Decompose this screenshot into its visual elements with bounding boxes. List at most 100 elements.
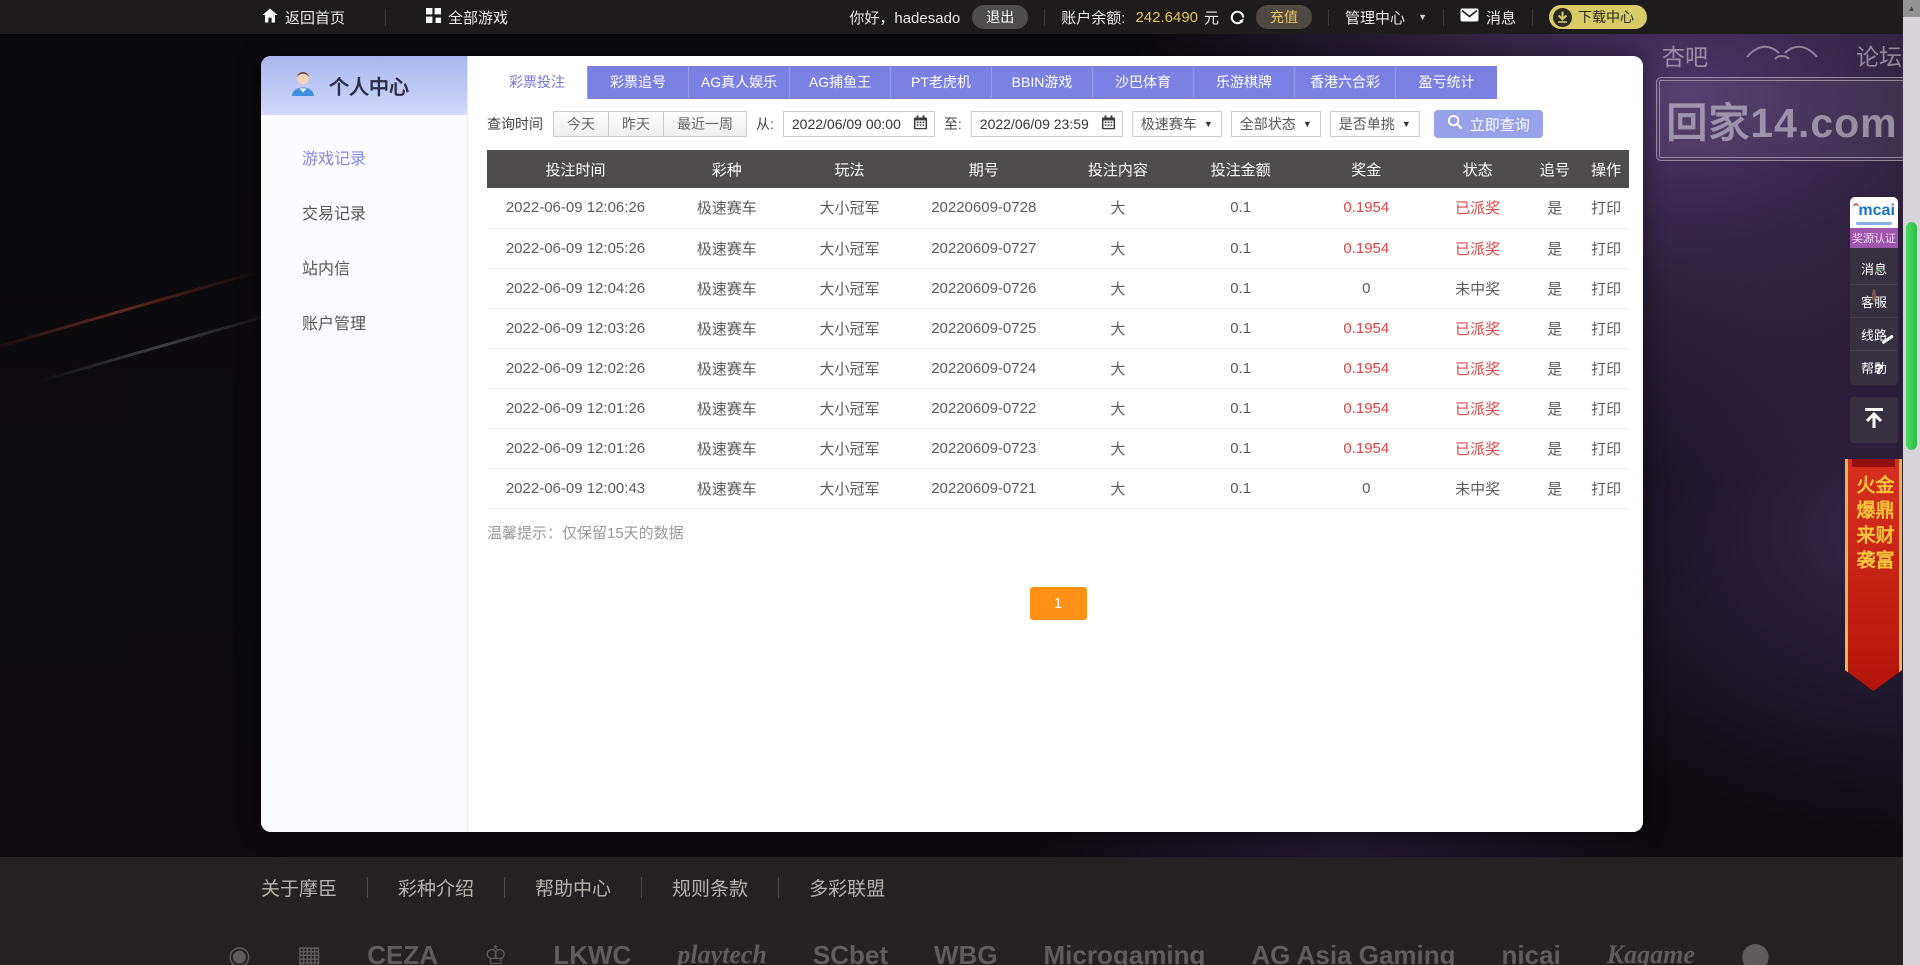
recharge-button[interactable]: 充值 [1256,5,1312,29]
cell-prize: 0.1954 [1303,388,1429,428]
footer: 关于摩臣彩种介绍帮助中心规则条款多彩联盟 ◉▦CEZA♔LKWCplaytech… [0,857,1920,965]
cell-bet-content: 大 [1058,228,1178,268]
cell-prize: 0.1954 [1303,228,1429,268]
admin-center-menu[interactable]: 管理中心 ▼ [1345,7,1427,28]
cell-bet-amount: 0.1 [1178,348,1304,388]
background-streak [35,309,286,384]
tab-香港六合彩[interactable]: 香港六合彩 [1295,66,1396,99]
cell-bet-content: 大 [1058,188,1178,228]
float-item-客服[interactable]: 客服 [1850,285,1898,318]
cell-bet-amount: 0.1 [1178,428,1304,468]
records-table-body: 2022-06-09 12:06:26极速赛车大小冠军20220609-0728… [487,188,1629,508]
tab-乐游棋牌[interactable]: 乐游棋牌 [1194,66,1295,99]
column-header-投注时间: 投注时间 [487,150,664,188]
sidebar-header: 个人中心 [261,56,467,115]
cell-play-type: 大小冠军 [790,188,910,228]
search-button-label: 立即查询 [1470,114,1530,135]
float-item-帮助[interactable]: 帮助 [1850,351,1898,383]
cell-lottery-type: 极速赛车 [664,388,790,428]
watermark-right-text: 论坛 [1856,38,1902,72]
scroll-up-button[interactable]: ▲ [1903,0,1920,17]
cell-status: 未中奖 [1429,268,1526,308]
back-home-button[interactable]: 返回首页 [262,7,345,28]
tab-AG真人娱乐[interactable]: AG真人娱乐 [689,66,790,99]
divider [1532,9,1533,26]
logo-underline [1856,222,1891,225]
back-to-top-button[interactable] [1850,397,1898,443]
footer-link-规则条款[interactable]: 规则条款 [672,874,748,901]
tab-沙巴体育[interactable]: 沙巴体育 [1093,66,1194,99]
cell-chase: 是 [1526,228,1583,268]
quick-range-昨天[interactable]: 昨天 [608,111,664,137]
records-table: 投注时间彩种玩法期号投注内容投注金额奖金状态追号操作 2022-06-09 12… [487,150,1629,509]
page-scrollbar[interactable]: ▲ [1903,0,1920,965]
table-row: 2022-06-09 12:03:26极速赛车大小冠军20220609-0725… [487,308,1629,348]
logout-button[interactable]: 退出 [972,5,1028,29]
column-header-彩种: 彩种 [664,150,790,188]
calendar-icon[interactable] [913,115,928,133]
calendar-icon[interactable] [1101,115,1116,133]
tab-AG捕鱼王[interactable]: AG捕鱼王 [790,66,891,99]
mcai-logo[interactable]: ˆmcai [1850,197,1898,228]
page-1-button[interactable]: 1 [1030,587,1087,620]
cell-action[interactable]: 打印 [1583,228,1629,268]
sidebar-item-站内信[interactable]: 站内信 [261,239,467,294]
promo-banner[interactable]: 金鼎财富 火爆来袭 [1845,459,1902,691]
cell-action[interactable]: 打印 [1583,348,1629,388]
to-date-input[interactable]: 2022/06/09 23:59 [971,111,1123,137]
partner-logo: Kagame [1607,934,1695,965]
footer-link-帮助中心[interactable]: 帮助中心 [535,874,611,901]
divider [778,877,779,898]
cell-action[interactable]: 打印 [1583,388,1629,428]
sidebar-item-游戏记录[interactable]: 游戏记录 [261,129,467,184]
quick-range-今天[interactable]: 今天 [553,111,609,137]
refresh-balance-icon[interactable] [1229,9,1246,26]
download-center-button[interactable]: 下载中心 [1549,5,1647,29]
cell-play-type: 大小冠军 [790,348,910,388]
cell-issue-number: 20220609-0727 [910,228,1058,268]
search-button[interactable]: 立即查询 [1434,110,1543,138]
float-panel: 消息客服线路帮助 [1850,248,1898,385]
messages-button[interactable]: 消息 [1460,7,1516,28]
watermark: 杏吧 论坛 回家14.com [1656,38,1908,161]
cell-action[interactable]: 打印 [1583,188,1629,228]
float-item-线路[interactable]: 线路 [1850,318,1898,351]
cell-action[interactable]: 打印 [1583,468,1629,508]
tab-BBIN游戏[interactable]: BBIN游戏 [992,66,1093,99]
select-极速赛车[interactable]: 极速赛车▼ [1132,111,1222,137]
content-panel: 彩票投注彩票追号AG真人娱乐AG捕鱼王PT老虎机BBIN游戏沙巴体育乐游棋牌香港… [468,56,1643,832]
footer-link-彩种介绍[interactable]: 彩种介绍 [398,874,474,901]
all-games-button[interactable]: 全部游戏 [426,7,508,28]
select-是否单挑[interactable]: 是否单挑▼ [1330,111,1420,137]
cell-prize: 0.1954 [1303,428,1429,468]
quick-range-最近一周[interactable]: 最近一周 [663,111,747,137]
select-全部状态[interactable]: 全部状态▼ [1231,111,1321,137]
tab-盈亏统计[interactable]: 盈亏统计 [1396,66,1497,99]
table-row: 2022-06-09 12:01:26极速赛车大小冠军20220609-0723… [487,428,1629,468]
cell-bet-time: 2022-06-09 12:01:26 [487,388,664,428]
chevron-down-icon: ▼ [1418,12,1427,22]
sidebar-item-账户管理[interactable]: 账户管理 [261,294,467,349]
cell-action[interactable]: 打印 [1583,428,1629,468]
sidebar-item-交易记录[interactable]: 交易记录 [261,184,467,239]
footer-link-多彩联盟[interactable]: 多彩联盟 [809,874,885,901]
cell-action[interactable]: 打印 [1583,268,1629,308]
avatar-icon [288,68,318,104]
divider [385,9,386,26]
tab-PT老虎机[interactable]: PT老虎机 [891,66,992,99]
from-date-input[interactable]: 2022/06/09 00:00 [783,111,935,137]
tab-彩票投注[interactable]: 彩票投注 [487,66,588,99]
cell-action[interactable]: 打印 [1583,308,1629,348]
float-item-消息[interactable]: 消息 [1850,252,1898,285]
cell-bet-content: 大 [1058,468,1178,508]
footer-link-关于摩臣[interactable]: 关于摩臣 [261,874,337,901]
pagination: 1 [487,587,1629,620]
scrollbar-thumb[interactable] [1906,222,1917,450]
cell-issue-number: 20220609-0725 [910,308,1058,348]
tab-彩票追号[interactable]: 彩票追号 [588,66,689,99]
prize-cert-badge: 奖源认证 [1850,228,1898,248]
wings-flourish-icon [1745,41,1819,69]
partner-logo: AG Asia Gaming [1251,934,1455,965]
sidebar: 个人中心 游戏记录交易记录站内信账户管理 [261,56,468,832]
partner-logo: LKWC [553,934,631,965]
